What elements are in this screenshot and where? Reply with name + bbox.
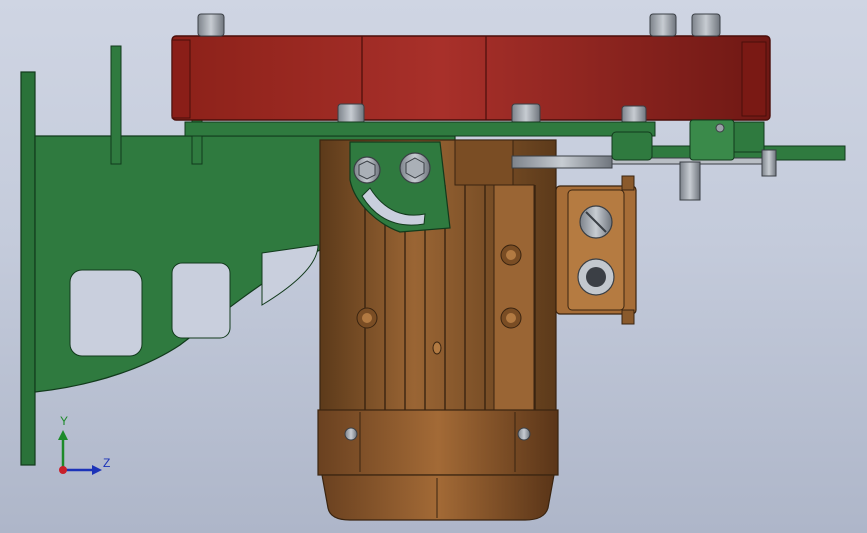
cap-screw-left xyxy=(344,427,358,441)
guard-plate[interactable] xyxy=(184,121,656,137)
axis-z-label: Z xyxy=(103,456,111,470)
drive-pulley[interactable] xyxy=(171,35,771,121)
bracket-hole-2 xyxy=(171,262,231,339)
bracket-hole-3 xyxy=(261,244,319,306)
stud-left xyxy=(110,45,122,165)
motor-hub xyxy=(454,139,514,186)
terminal-box[interactable] xyxy=(555,175,637,325)
orientation-triad xyxy=(58,430,102,475)
motor-end-cap[interactable] xyxy=(317,409,559,521)
tension-nut-icon xyxy=(715,123,725,133)
bracket-hole-1 xyxy=(69,269,143,357)
axis-y-label: Y xyxy=(60,414,69,428)
cap-screw-right xyxy=(517,427,531,441)
mounting-plate[interactable] xyxy=(20,71,36,466)
cad-viewport[interactable] xyxy=(0,0,867,533)
